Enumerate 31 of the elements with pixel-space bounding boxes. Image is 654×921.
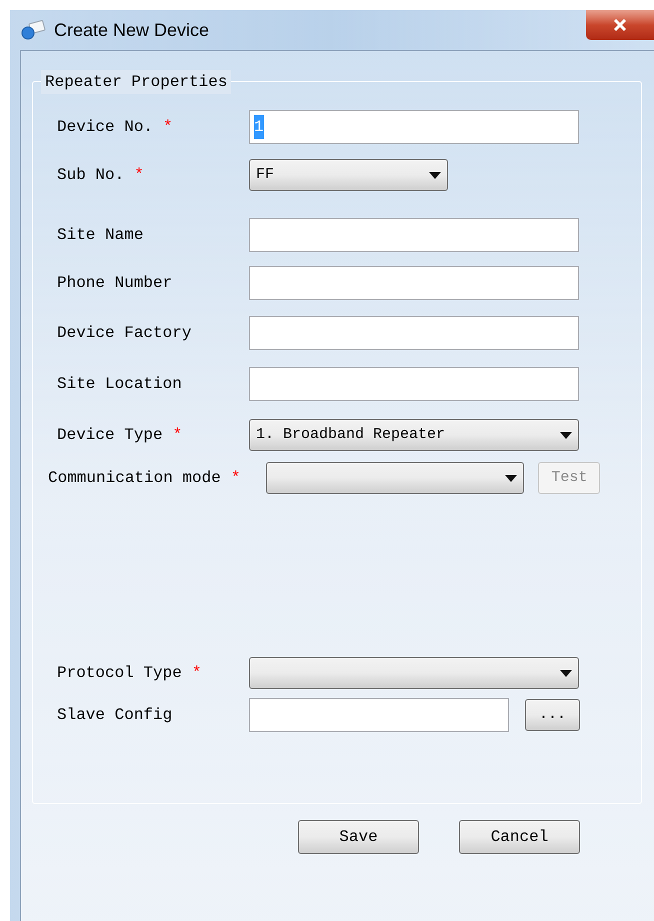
field-label: Device No. * bbox=[57, 118, 173, 136]
field-label: Device Factory bbox=[57, 324, 192, 342]
dropdown[interactable]: FF bbox=[249, 159, 448, 191]
dropdown-arrow-icon bbox=[560, 432, 572, 438]
text-field[interactable] bbox=[249, 698, 509, 732]
save-button[interactable]: Save bbox=[298, 820, 419, 854]
text-field[interactable] bbox=[249, 316, 579, 350]
dropdown[interactable] bbox=[249, 657, 579, 689]
dropdown-arrow-icon bbox=[560, 670, 572, 676]
field-label: Slave Config bbox=[57, 706, 172, 724]
dropdown-arrow-icon bbox=[505, 474, 518, 482]
text-field[interactable] bbox=[249, 367, 579, 401]
window-title: Create New Device bbox=[54, 18, 210, 42]
text-field[interactable] bbox=[249, 266, 579, 300]
field-label: Site Name bbox=[57, 226, 144, 244]
dropdown-arrow-icon bbox=[429, 172, 441, 178]
field-label: Protocol Type * bbox=[57, 664, 202, 682]
dropdown[interactable]: 1. Broadband Repeater bbox=[249, 419, 579, 451]
dropdown[interactable] bbox=[266, 462, 524, 494]
field-label: Phone Number bbox=[57, 274, 172, 292]
close-button[interactable] bbox=[586, 10, 654, 40]
close-icon bbox=[613, 19, 627, 31]
field-label: Sub No. * bbox=[57, 166, 144, 184]
browse-button[interactable]: ... bbox=[525, 699, 580, 731]
group-title: Repeater Properties bbox=[41, 70, 232, 94]
text-field[interactable] bbox=[249, 218, 579, 252]
app-icon bbox=[20, 20, 46, 40]
field-label: Site Location bbox=[57, 375, 182, 393]
field-label: Device Type * bbox=[57, 426, 182, 444]
cancel-button[interactable]: Cancel bbox=[459, 820, 580, 854]
field-label: Communication mode * bbox=[48, 468, 240, 489]
